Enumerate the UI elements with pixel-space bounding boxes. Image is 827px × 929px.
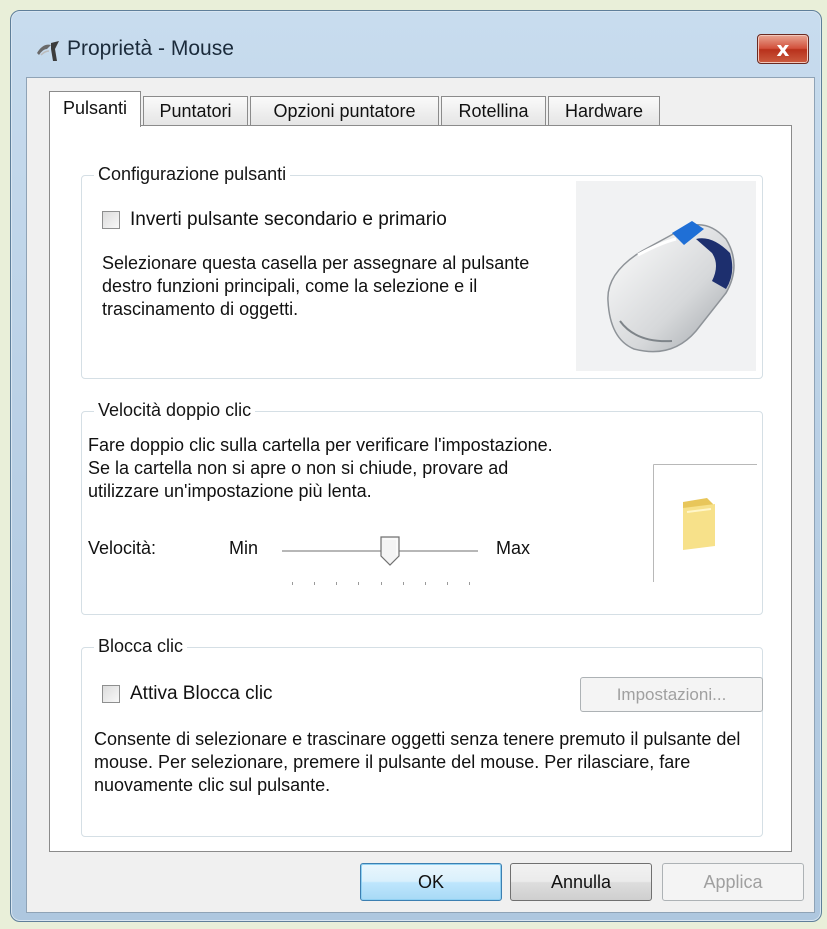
speed-slider-ticks <box>292 582 470 588</box>
button-config-title: Configurazione pulsanti <box>94 164 291 185</box>
mouse-pointer-icon <box>37 41 59 61</box>
tab-puntatori[interactable]: Puntatori <box>143 96 248 126</box>
double-click-title: Velocità doppio clic <box>94 400 256 421</box>
speed-min-label: Min <box>229 538 259 558</box>
tab-opzioni-puntatore[interactable]: Opzioni puntatore <box>250 96 439 126</box>
click-lock-description: Consente di selezionare e trascinare ogg… <box>94 729 741 795</box>
tab-panel-pulsanti: Configurazione pulsanti Inverti pulsante… <box>49 125 792 852</box>
click-lock-settings-button[interactable]: Impostazioni... <box>580 677 763 712</box>
close-icon: x <box>776 37 790 61</box>
swap-buttons-label[interactable]: Inverti pulsante secondario e primario <box>130 209 447 231</box>
apply-button[interactable]: Applica <box>662 863 804 901</box>
speed-slider-thumb[interactable] <box>380 536 400 566</box>
click-lock-group: Blocca clic Attiva Blocca clic Impostazi… <box>81 636 763 837</box>
double-click-group: Velocità doppio clic Fare doppio clic su… <box>81 400 763 615</box>
button-config-description: Selezionare questa casella per assegnare… <box>102 253 530 319</box>
double-click-description: Fare doppio clic sulla cartella per veri… <box>88 435 553 501</box>
tab-rotellina[interactable]: Rotellina <box>441 96 546 126</box>
click-lock-title: Blocca clic <box>94 636 188 657</box>
click-lock-label[interactable]: Attiva Blocca clic <box>130 683 273 705</box>
button-config-group: Configurazione pulsanti Inverti pulsante… <box>81 164 763 379</box>
click-lock-checkbox[interactable] <box>102 685 120 703</box>
tab-hardware[interactable]: Hardware <box>548 96 660 126</box>
window-title: Proprietà - Mouse <box>67 37 234 60</box>
speed-max-label: Max <box>496 538 531 558</box>
title-bar[interactable]: Proprietà - Mouse x <box>11 11 821 73</box>
dialog-client-area: Pulsanti Puntatori Opzioni puntatore Rot… <box>26 77 815 913</box>
ok-button[interactable]: OK <box>360 863 502 901</box>
folder-icon[interactable] <box>653 464 757 582</box>
mouse-properties-dialog: Proprietà - Mouse x Pulsanti Puntatori O… <box>10 10 822 922</box>
close-button[interactable]: x <box>757 34 809 64</box>
mouse-icon <box>576 181 756 371</box>
speed-label: Velocità: <box>88 538 157 558</box>
tab-pulsanti[interactable]: Pulsanti <box>49 91 141 127</box>
cancel-button[interactable]: Annulla <box>510 863 652 901</box>
swap-buttons-checkbox[interactable] <box>102 211 120 229</box>
